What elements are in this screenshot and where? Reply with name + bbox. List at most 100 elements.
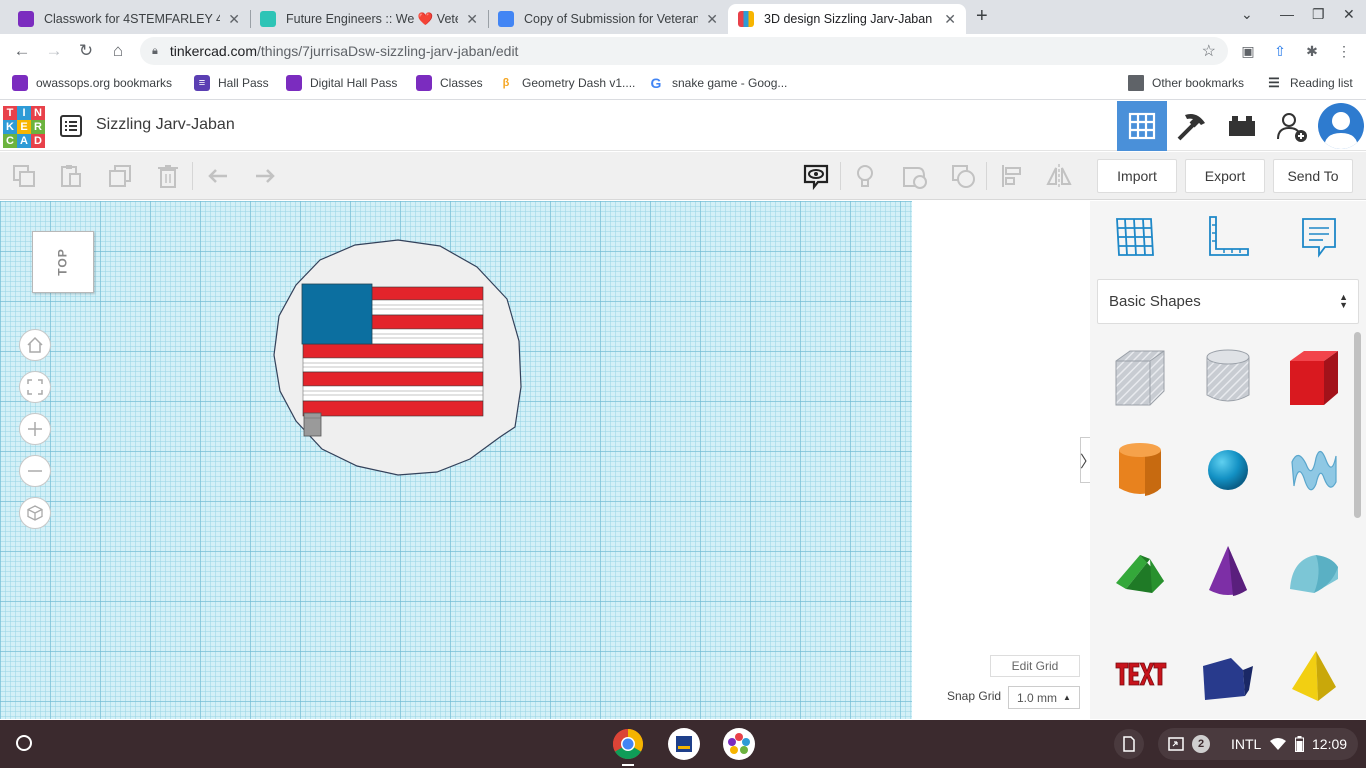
shape-cylinder-hole[interactable] [1198, 347, 1258, 407]
send-to-button[interactable]: Send To [1273, 159, 1353, 193]
address-bar[interactable]: 🔒︎ tinkercad.com/things/7jurrisaDsw-sizz… [140, 37, 1228, 65]
shape-roof[interactable] [1110, 541, 1170, 601]
minus-icon [28, 470, 42, 472]
workplane-grid[interactable] [0, 201, 912, 719]
shape-scribble[interactable] [1284, 440, 1344, 500]
other-bookmarks[interactable]: Other bookmarks [1128, 75, 1244, 91]
tinkercad-logo[interactable]: T I N K E R C A D [3, 106, 45, 148]
paste-button[interactable] [55, 160, 87, 192]
shape-polygon[interactable] [1198, 648, 1258, 708]
group-button[interactable] [898, 160, 930, 192]
bookmark-snake-game[interactable]: G snake game - Goog... [648, 75, 788, 91]
paste-icon [61, 165, 81, 187]
tote-icon[interactable] [1114, 728, 1144, 760]
snap-grid-select[interactable]: 1.0 mm ▲ [1008, 686, 1080, 709]
bricks-view-button[interactable] [1217, 101, 1267, 151]
user-avatar[interactable] [1318, 103, 1364, 149]
close-tab-icon[interactable]: ✕ [466, 11, 478, 28]
invite-user-button[interactable] [1267, 101, 1317, 151]
ruler-tool-button[interactable] [1206, 215, 1250, 259]
share-extension-icon[interactable]: ⇧ [1272, 43, 1288, 59]
bookmark-label: owassops.org bookmarks [36, 76, 173, 90]
puzzle-extensions-icon[interactable]: ✱ [1304, 43, 1320, 59]
bookmark-classes[interactable]: Classes [416, 75, 483, 91]
close-tab-icon[interactable]: ✕ [706, 11, 718, 28]
blocks-view-button[interactable] [1167, 101, 1217, 151]
browser-tab-active[interactable]: 3D design Sizzling Jarv-Jaban | ✕ [728, 4, 966, 34]
undo-button[interactable] [202, 160, 234, 192]
shape-round-roof[interactable] [1284, 541, 1344, 601]
more-menu-icon[interactable]: ⋮ [1336, 43, 1352, 59]
view-cube[interactable]: TOP [32, 231, 94, 293]
design-scene [273, 239, 522, 476]
design-list-icon[interactable] [60, 115, 82, 137]
chrome-app-icon[interactable] [612, 728, 644, 760]
workplane-tool-button[interactable] [1113, 215, 1157, 259]
extension-icon[interactable]: ▣ [1240, 43, 1256, 59]
back-arrow-icon[interactable]: ← [10, 39, 34, 63]
copy-button[interactable] [8, 160, 40, 192]
shape-cone[interactable] [1198, 541, 1258, 601]
mirror-button[interactable] [1043, 160, 1075, 192]
browser-tab[interactable]: Classwork for 4STEMFARLEY 4 ✕ [8, 4, 250, 34]
bookmark-label: Hall Pass [218, 76, 269, 90]
battery-icon [1295, 728, 1304, 760]
forward-arrow-icon[interactable]: → [42, 39, 66, 63]
cube-perspective-icon [27, 505, 43, 521]
notes-tool-button[interactable] [1297, 215, 1341, 259]
fit-view-button[interactable] [19, 371, 51, 403]
classlink-app-icon[interactable] [723, 728, 755, 760]
bookmark-label: Digital Hall Pass [310, 76, 398, 90]
design-title[interactable]: Sizzling Jarv-Jaban [96, 116, 235, 134]
shape-box-hole[interactable] [1110, 347, 1170, 407]
edit-grid-button[interactable]: Edit Grid [990, 655, 1080, 677]
shape-sphere[interactable] [1198, 440, 1258, 500]
bookmark-star-icon[interactable]: ☆ [1202, 41, 1216, 61]
panel-scrollbar[interactable] [1354, 332, 1361, 518]
geometry-dash-bookmark-icon: β [502, 77, 510, 89]
shape-cylinder[interactable] [1110, 440, 1170, 500]
home-view-button[interactable] [19, 329, 51, 361]
perspective-toggle-button[interactable] [19, 497, 51, 529]
bookmark-geometry-dash[interactable]: β Geometry Dash v1.... [498, 75, 636, 91]
ungroup-button[interactable] [947, 160, 979, 192]
copy-icon [13, 165, 35, 187]
align-button[interactable] [996, 160, 1028, 192]
home-icon[interactable]: ⌂ [106, 39, 130, 63]
zoom-out-button[interactable] [19, 455, 51, 487]
close-tab-icon[interactable]: ✕ [228, 11, 240, 28]
reading-list[interactable]: ☰ Reading list [1266, 75, 1353, 91]
screen-capture-icon [1168, 728, 1184, 760]
shape-text[interactable] [1110, 645, 1170, 705]
classroom-bookmark-icon [12, 75, 28, 91]
browser-tab[interactable]: Future Engineers :: We ❤️ Vetera ✕ [250, 4, 488, 34]
restore-icon[interactable]: ❐ [1312, 6, 1325, 23]
browser-tab[interactable]: Copy of Submission for Veteran ✕ [488, 4, 728, 34]
url-host: tinkercad.com [169, 43, 258, 59]
bookmark-owassops[interactable]: owassops.org bookmarks [12, 75, 172, 91]
launcher-circle-icon[interactable] [16, 735, 32, 751]
new-tab-button[interactable]: + [976, 5, 988, 28]
delete-button[interactable] [152, 160, 184, 192]
3d-design-view-button[interactable] [1117, 101, 1167, 151]
notes-toggle-button[interactable] [800, 160, 832, 192]
redo-button[interactable] [249, 160, 281, 192]
close-tab-icon[interactable]: ✕ [944, 11, 956, 28]
shape-pyramid[interactable] [1284, 645, 1344, 705]
tab-search-icon[interactable]: ⌄ [1241, 6, 1253, 23]
zoom-in-button[interactable] [19, 413, 51, 445]
duplicate-button[interactable] [104, 160, 136, 192]
close-window-icon[interactable]: ✕ [1343, 6, 1355, 23]
export-button[interactable]: Export [1185, 159, 1265, 193]
bookmark-hall-pass[interactable]: ≡ Hall Pass [194, 75, 269, 91]
shape-box[interactable] [1284, 347, 1344, 407]
plus-icon [28, 422, 42, 436]
hint-button[interactable] [849, 160, 881, 192]
shape-category-select[interactable]: Basic Shapes ▲ ▼ [1097, 279, 1359, 324]
bookmark-label: Geometry Dash v1.... [522, 76, 636, 90]
school-app-icon[interactable] [668, 728, 700, 760]
bookmark-digital-hall-pass[interactable]: Digital Hall Pass [286, 75, 397, 91]
reload-icon[interactable]: ↻ [74, 39, 98, 63]
import-button[interactable]: Import [1097, 159, 1177, 193]
minimize-icon[interactable]: — [1280, 6, 1294, 22]
